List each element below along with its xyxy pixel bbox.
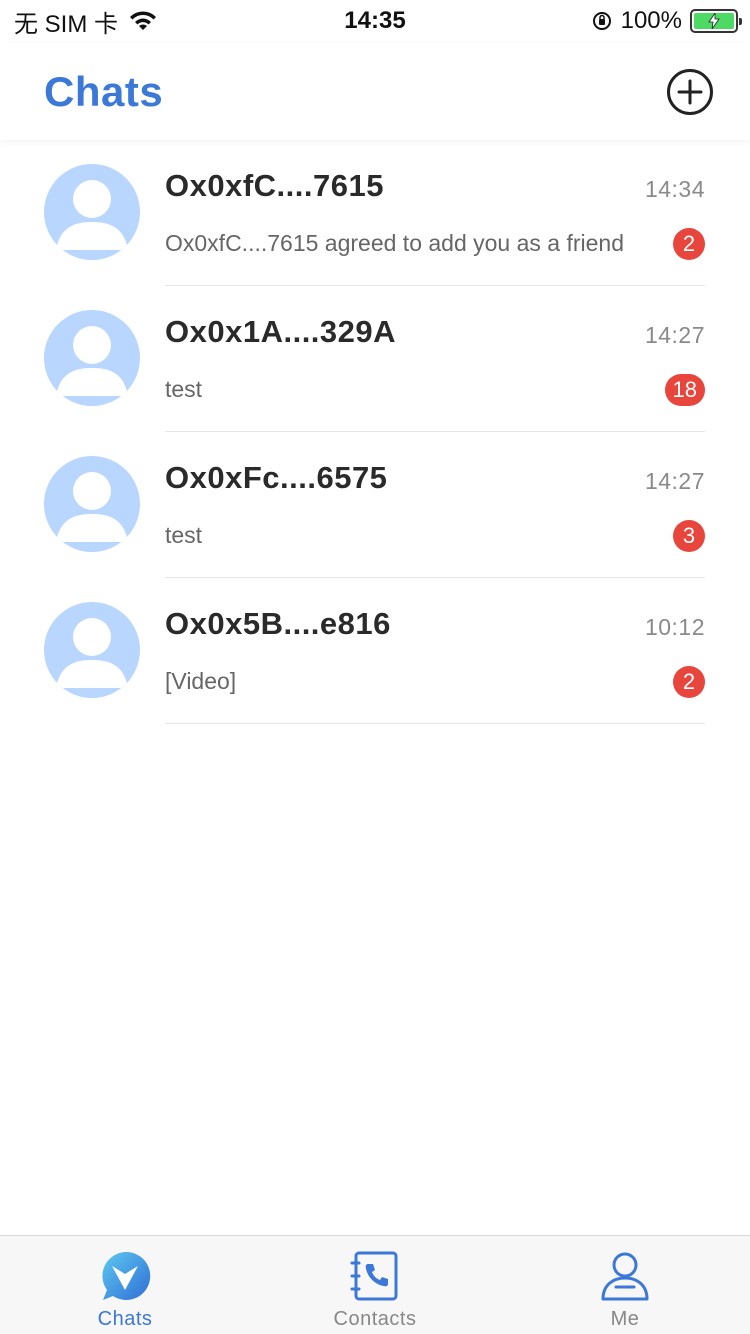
tab-label: Contacts [333,1308,417,1330]
page-title: Chats [44,68,164,115]
chat-name: Ox0xfC....7615 [165,168,384,203]
default-avatar-icon [56,472,128,542]
chat-bubble-icon [102,1251,151,1300]
plus-circle-icon[interactable] [666,68,714,116]
chat-time: 14:34 [644,176,705,202]
avatar [44,602,140,698]
tab-contacts[interactable]: Contacts [250,1236,500,1334]
battery-percent: 100% [620,7,682,34]
tab-bar: Chats Contacts Me [0,1235,750,1334]
avatar [44,164,140,260]
chat-name: Ox0xFc....6575 [165,460,388,495]
unread-badge: 2 [673,228,705,260]
battery-icon [690,9,742,33]
default-avatar-icon [56,180,128,250]
chat-list-screen: 无 SIM 卡 14:35 100% Chats Ox0xfC....7615 … [0,0,750,1334]
tab-label: Chats [97,1308,153,1330]
chat-list-item[interactable]: Ox0xFc....6575 14:27 test 3 [0,432,750,578]
avatar [44,456,140,552]
chat-preview: Ox0xfC....7615 agreed to add you as a fr… [165,230,625,256]
chat-preview: test [165,376,203,402]
unread-badge: 18 [664,374,705,406]
tab-me[interactable]: Me [500,1236,750,1334]
tab-label: Me [610,1308,640,1330]
header: Chats [0,42,750,140]
default-avatar-icon [56,618,128,688]
chat-time: 10:12 [644,614,705,640]
chat-preview: [Video] [165,668,237,694]
chat-time: 14:27 [644,468,705,494]
unread-badge: 3 [673,520,705,552]
phone-book-icon [350,1251,398,1301]
chat-preview: test [165,522,203,548]
chat-list: Ox0xfC....7615 14:34 Ox0xfC....7615 agre… [0,140,750,724]
chat-time: 14:27 [644,322,705,348]
avatar [44,310,140,406]
unread-badge: 2 [673,666,705,698]
status-bar: 无 SIM 卡 14:35 100% [0,0,750,42]
status-right: 100% [591,6,742,36]
row-divider [165,723,705,724]
default-avatar-icon [56,326,128,396]
chat-list-item[interactable]: Ox0x5B....e816 10:12 [Video] 2 [0,578,750,724]
orientation-lock-icon [592,12,611,30]
chat-list-item[interactable]: Ox0xfC....7615 14:34 Ox0xfC....7615 agre… [0,140,750,286]
tab-chats[interactable]: Chats [0,1236,250,1334]
chat-list-item[interactable]: Ox0x1A....329A 14:27 test 18 [0,286,750,432]
chat-name: Ox0x1A....329A [165,314,397,349]
chat-name: Ox0x5B....e816 [165,606,391,641]
person-icon [601,1252,649,1301]
charging-bolt-icon [708,13,720,29]
